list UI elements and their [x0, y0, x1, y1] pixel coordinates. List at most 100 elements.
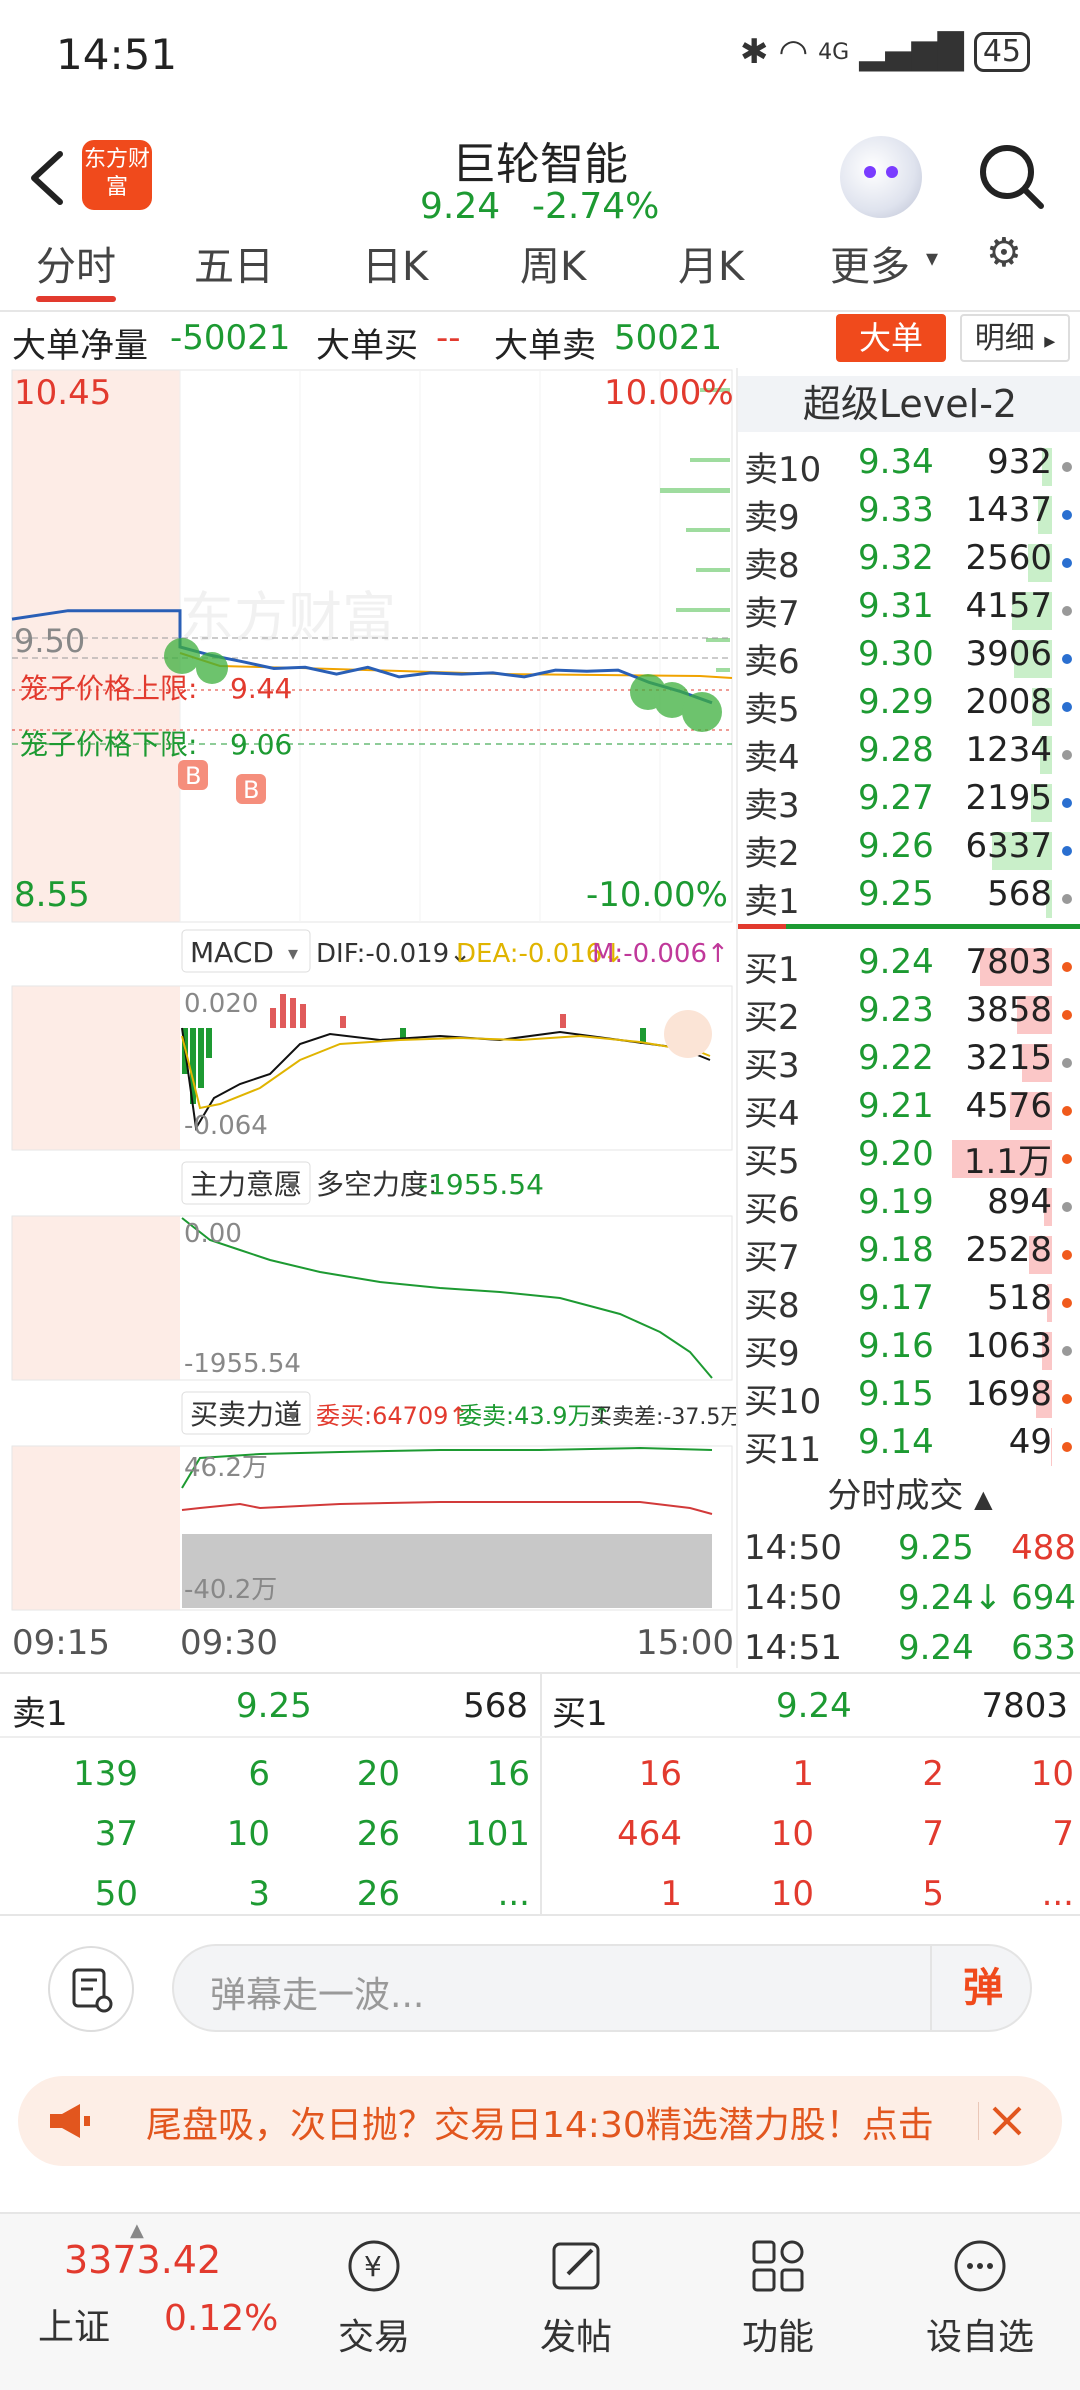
ask-row[interactable]: 卖2 9.26 6337 — [738, 826, 1080, 874]
bid-row[interactable]: 买3 9.22 3215 — [738, 1038, 1080, 1086]
ask-row[interactable]: 卖1 9.25 568 — [738, 874, 1080, 922]
intraday-chart[interactable]: 东方财富 B B 10.45 10.00% 9.50 笼子价格上限: 9.44 … — [0, 368, 736, 1668]
status-dot-icon — [1062, 1298, 1072, 1308]
sell-queue-cell: 26 — [356, 1814, 400, 1854]
tab-five-day[interactable]: 五日 — [194, 234, 274, 292]
trade-price: 9.24 — [898, 1628, 974, 1668]
cage-upper-value: 9.44 — [230, 672, 292, 705]
order-volume: 6337 — [965, 826, 1052, 866]
queue-head-divider — [0, 1736, 1080, 1738]
nav-add-watchlist[interactable]: 设自选 — [910, 2234, 1050, 2360]
index-name: 上证 — [38, 2307, 111, 2348]
stock-name: 巨轮智能 — [452, 139, 628, 190]
queue-buy-label: 买1 — [552, 1694, 608, 1734]
ask-row[interactable]: 卖6 9.30 3906 — [738, 634, 1080, 682]
robot-assistant-icon[interactable] — [840, 136, 922, 218]
bid-row[interactable]: 买9 9.16 1063 — [738, 1326, 1080, 1374]
bid-row[interactable]: 买6 9.19 894 — [738, 1182, 1080, 1230]
trade-volume: 488 — [1011, 1528, 1076, 1568]
order-level-label: 卖4 — [744, 738, 800, 778]
nav-trade-label: 交易 — [337, 2317, 410, 2358]
sell-queue-cell: 16 — [486, 1754, 530, 1794]
nav-trade[interactable]: ¥ 交易 — [304, 2234, 444, 2360]
order-volume: 4157 — [965, 586, 1052, 626]
bid-row[interactable]: 买11 9.14 49 — [738, 1422, 1080, 1470]
status-dot-icon — [1062, 606, 1072, 616]
grid-icon — [752, 2240, 804, 2292]
ask-row[interactable]: 卖3 9.27 2195 — [738, 778, 1080, 826]
nav-function[interactable]: 功能 — [708, 2234, 848, 2360]
back-icon[interactable] — [22, 148, 72, 208]
tab-more[interactable]: 更多 — [830, 234, 910, 292]
force-sell-line — [181, 1501, 713, 1515]
search-icon[interactable] — [975, 140, 1047, 212]
ask-row[interactable]: 卖7 9.31 4157 — [738, 586, 1080, 634]
danmu-input[interactable]: 弹幕走一波... — [172, 1944, 1032, 2032]
ask-row[interactable]: 卖8 9.32 2560 — [738, 538, 1080, 586]
status-dot-icon — [1062, 1250, 1072, 1260]
trade-price: 9.24↓ — [898, 1578, 1003, 1618]
nav-post[interactable]: 发帖 — [506, 2234, 646, 2360]
order-price: 9.31 — [858, 586, 934, 626]
network-label: 4G — [818, 39, 850, 65]
close-icon[interactable] — [978, 2094, 1032, 2148]
ask-row[interactable]: 卖9 9.33 1437 — [738, 490, 1080, 538]
danmu-button[interactable]: 弹 — [930, 1944, 1034, 2032]
bid-row[interactable]: 买2 9.23 3858 — [738, 990, 1080, 1038]
chevron-down-icon: ▾ — [288, 1173, 298, 1197]
status-dot-icon — [1062, 462, 1072, 472]
big-order-button[interactable]: 大单 — [836, 314, 946, 362]
sell-queue-cell: 20 — [356, 1754, 400, 1794]
order-price: 9.28 — [858, 730, 934, 770]
queue-sell-label: 卖1 — [12, 1694, 68, 1734]
index-value[interactable]: 3373.42 — [64, 2238, 221, 2282]
tab-monthly-k[interactable]: 月K — [678, 234, 744, 292]
period-tabs: 分时 五日 日K 周K 月K 更多 ▾ ⚙ — [0, 230, 1080, 312]
order-price: 9.24 — [858, 942, 934, 982]
nav-function-label: 功能 — [741, 2317, 814, 2358]
order-level-label: 买10 — [744, 1382, 822, 1422]
ask-row[interactable]: 卖5 9.29 2008 — [738, 682, 1080, 730]
detail-button-label: 明细 — [974, 321, 1035, 356]
bid-row[interactable]: 买7 9.18 2528 — [738, 1230, 1080, 1278]
price-high-label: 10.45 — [14, 373, 111, 413]
big-buy-label: 大单买 — [316, 326, 418, 366]
order-level-label: 买9 — [744, 1334, 800, 1374]
buy-queue-cell: 10 — [770, 1874, 814, 1914]
order-volume: 2528 — [965, 1230, 1052, 1270]
time-end-label: 15:00 — [636, 1623, 734, 1663]
trade-volume: 694 — [1011, 1578, 1076, 1618]
order-level-label: 买5 — [744, 1142, 800, 1182]
stock-price: 9.24 — [420, 186, 501, 227]
order-price: 9.20 — [858, 1134, 934, 1174]
tab-intraday[interactable]: 分时 — [36, 234, 116, 292]
status-dot-icon — [1062, 962, 1072, 972]
bid-row[interactable]: 买10 9.15 1698 — [738, 1374, 1080, 1422]
bid-row[interactable]: 买4 9.21 4576 — [738, 1086, 1080, 1134]
chevron-right-icon: ▸ — [1044, 329, 1056, 354]
trades-title[interactable]: 分时成交 ▲ — [738, 1468, 1080, 1517]
promo-banner[interactable]: 尾盘吸，次日抛？交易日14:30精选潜力股！点击 — [18, 2076, 1062, 2166]
status-dot-icon — [1062, 750, 1072, 760]
intent-value: -1955.54 — [418, 1168, 544, 1201]
comment-list-icon[interactable] — [48, 1946, 134, 2032]
tab-daily-k[interactable]: 日K — [362, 234, 428, 292]
app-logo[interactable]: 东方财富 — [82, 140, 152, 210]
buy-queue-cell: 5 — [922, 1874, 944, 1914]
ask-row[interactable]: 卖10 9.34 932 — [738, 442, 1080, 490]
tab-weekly-k[interactable]: 周K — [520, 234, 586, 292]
order-price: 9.32 — [858, 538, 934, 578]
gear-icon[interactable]: ⚙ — [986, 230, 1022, 276]
force-diff: 买卖差:-37.5万↑ — [590, 1405, 736, 1430]
sell-queue-cell: 139 — [73, 1754, 138, 1794]
bid-row[interactable]: 买1 9.24 7803 — [738, 942, 1080, 990]
ask-row[interactable]: 卖4 9.28 1234 — [738, 730, 1080, 778]
net-volume-label: 大单净量 — [12, 326, 148, 366]
status-dot-icon — [1062, 558, 1072, 568]
bid-row[interactable]: 买8 9.17 518 — [738, 1278, 1080, 1326]
bid-row[interactable]: 买5 9.20 1.1万 — [738, 1134, 1080, 1182]
detail-button[interactable]: 明细 ▸ — [960, 314, 1070, 362]
queue-buy-price: 9.24 — [776, 1686, 852, 1726]
macd-m: M:-0.006↑ — [592, 939, 729, 969]
signal-bubble-icon[interactable] — [664, 1010, 712, 1058]
